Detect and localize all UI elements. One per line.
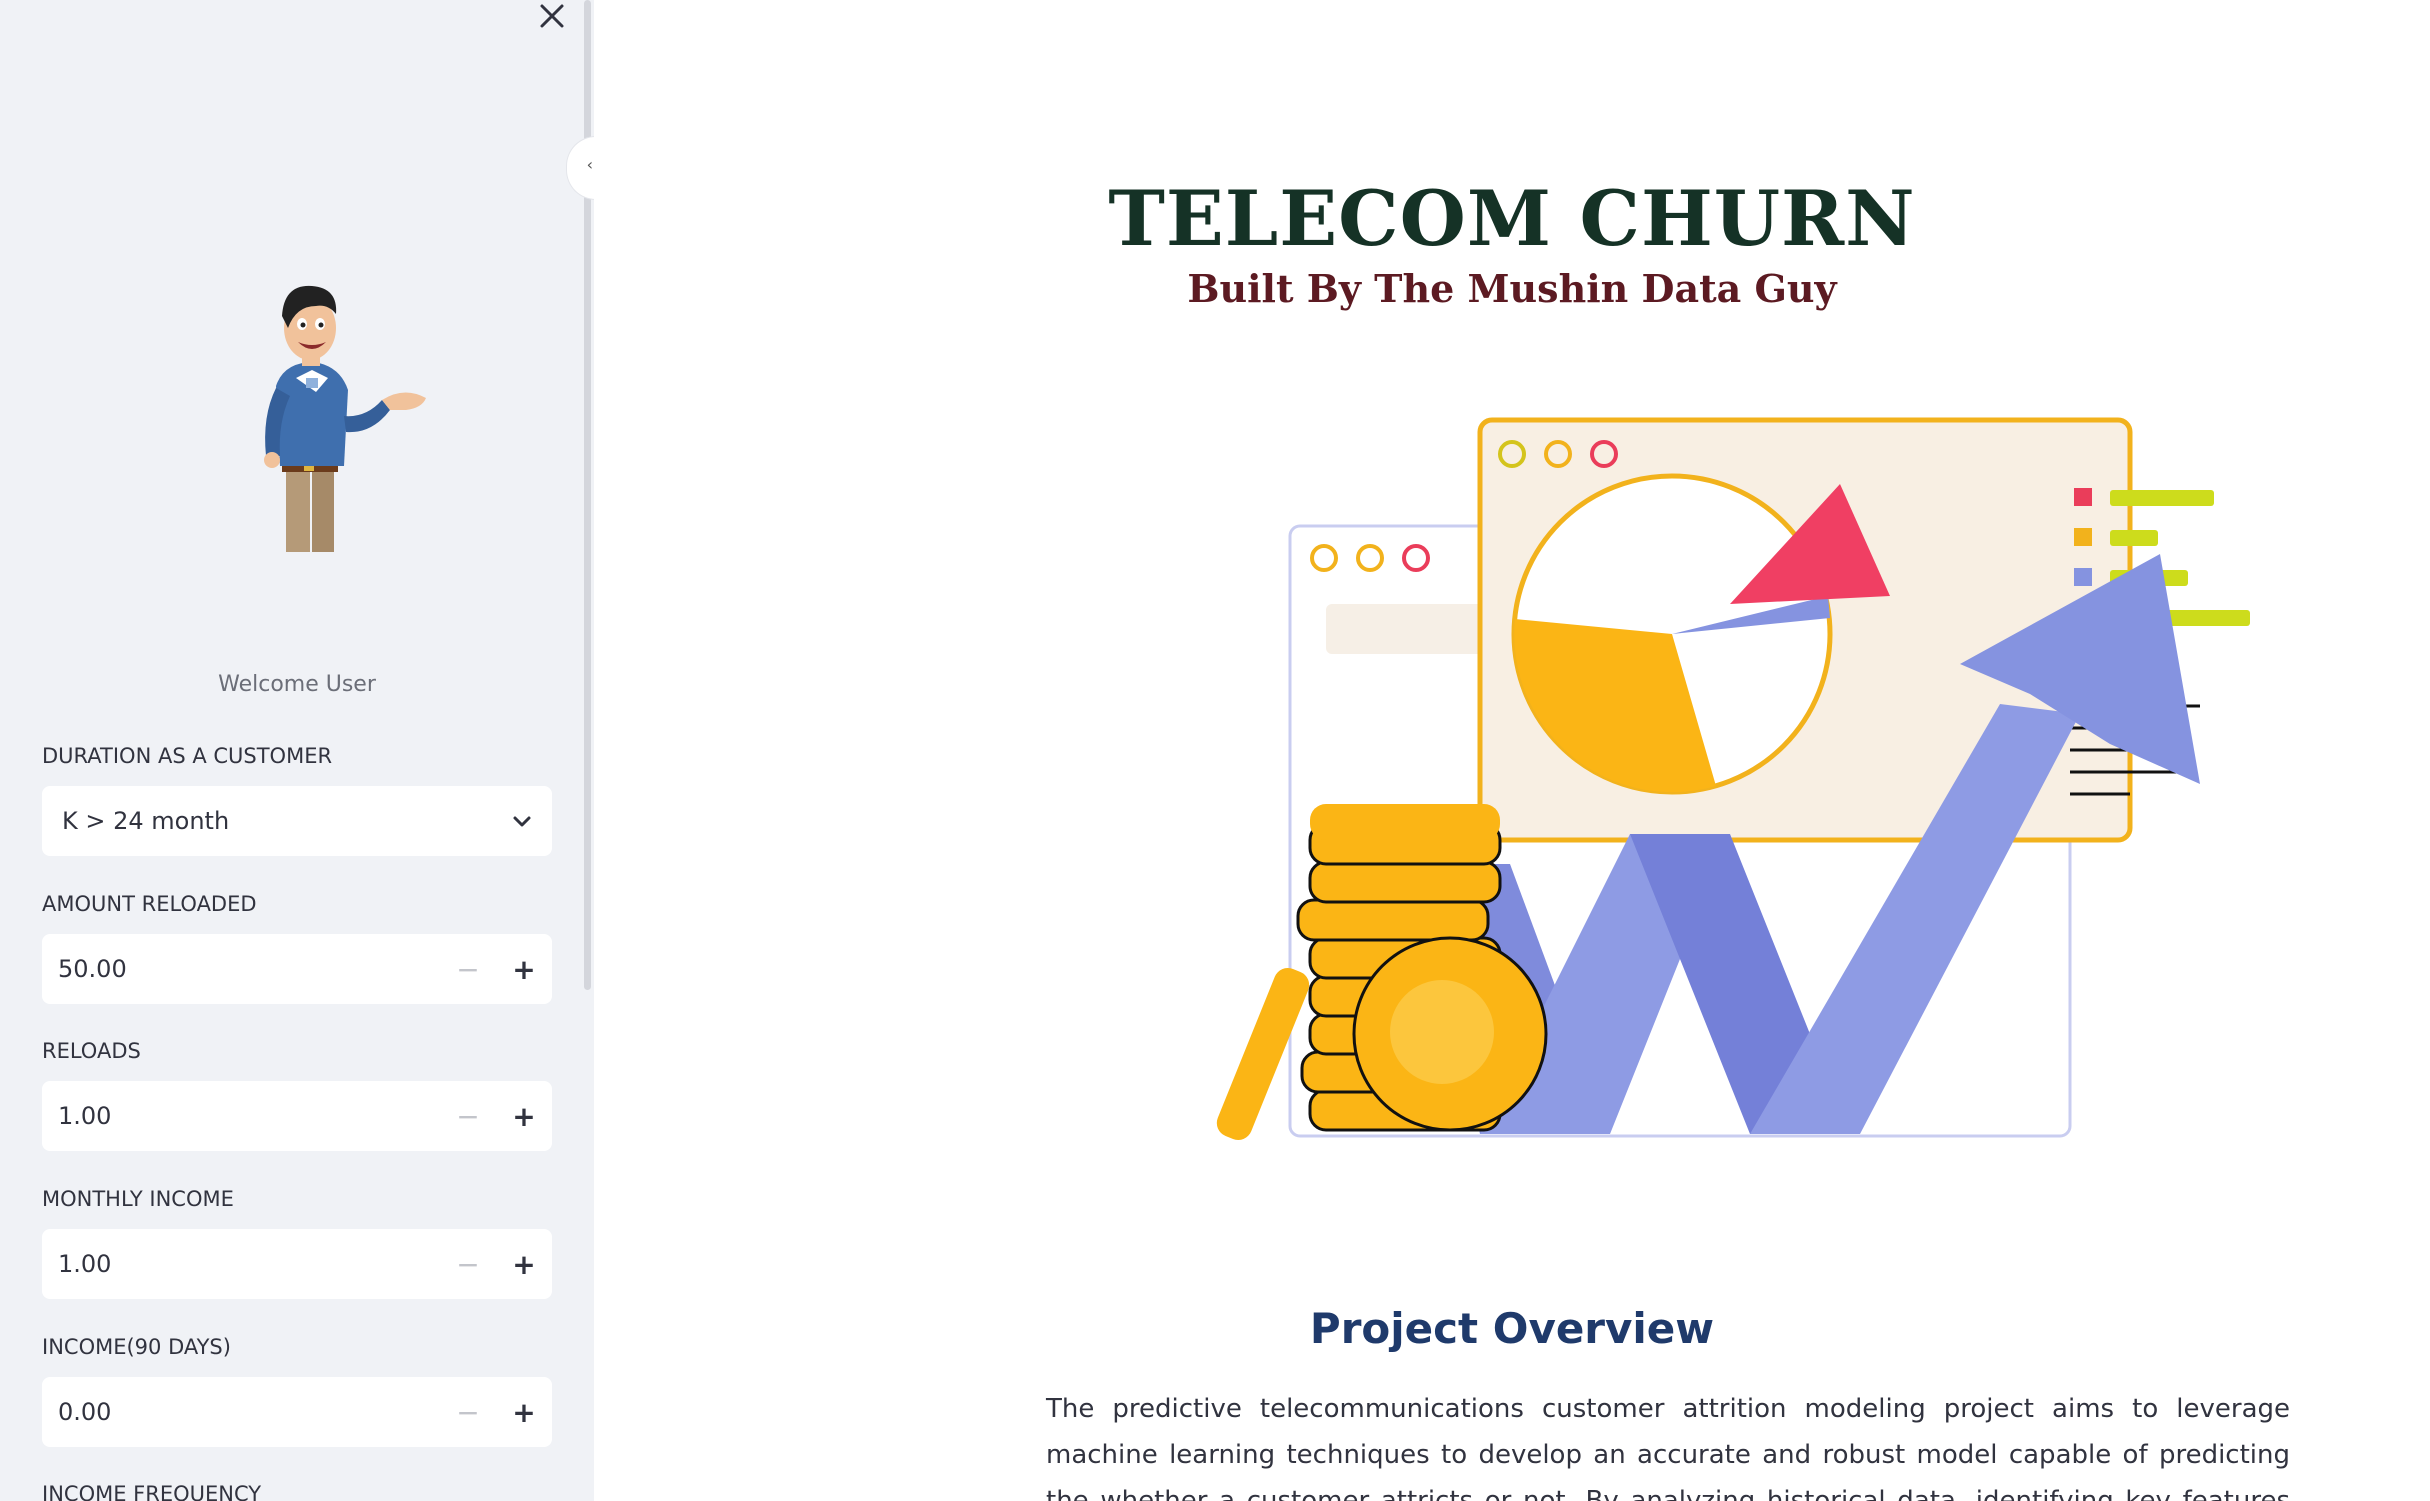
income-frequency-label: INCOME FREQUENCY — [42, 1482, 262, 1501]
sidebar: Welcome User DURATION AS A CUSTOMER K > … — [0, 0, 594, 1501]
amount-reloaded-input[interactable]: 50.00 — [42, 955, 440, 983]
reloads-input[interactable]: 1.00 — [42, 1102, 440, 1130]
amount-reloaded-increment-button[interactable]: + — [496, 934, 552, 1004]
project-overview-heading: Project Overview — [1309, 1304, 1715, 1353]
monthly-income-input[interactable]: 1.00 — [42, 1250, 440, 1278]
project-overview-text: The predictive telecommunications custom… — [1046, 1394, 2290, 1501]
reloads-increment-button[interactable]: + — [496, 1081, 552, 1151]
reloads-label: RELOADS — [42, 1039, 141, 1063]
amount-reloaded-stepper[interactable]: 50.00 − + — [42, 934, 552, 1004]
duration-select-value: K > 24 month — [62, 807, 230, 835]
page-title: TELECOM CHURN — [1108, 174, 1916, 263]
income-90-days-stepper[interactable]: 0.00 − + — [42, 1377, 552, 1447]
avatar — [236, 266, 436, 556]
hero-illustration — [1070, 404, 2370, 1164]
page-subtitle: Built By The Mushin Data Guy — [1187, 266, 1837, 311]
chevron-left-icon: ‹ — [586, 155, 593, 174]
main-content: TELECOM CHURN Built By The Mushin Data G… — [594, 0, 2430, 1501]
chevron-down-icon — [512, 807, 532, 835]
monthly-income-stepper[interactable]: 1.00 − + — [42, 1229, 552, 1299]
monthly-income-decrement-button[interactable]: − — [440, 1229, 496, 1299]
income-90-days-label: INCOME(90 DAYS) — [42, 1335, 231, 1359]
duration-label: DURATION AS A CUSTOMER — [42, 744, 333, 768]
reloads-stepper[interactable]: 1.00 − + — [42, 1081, 552, 1151]
close-icon — [540, 4, 564, 28]
income-90-days-input[interactable]: 0.00 — [42, 1398, 440, 1426]
income-90-days-decrement-button[interactable]: − — [440, 1377, 496, 1447]
reloads-decrement-button[interactable]: − — [440, 1081, 496, 1151]
amount-reloaded-label: AMOUNT RELOADED — [42, 892, 257, 916]
welcome-text: Welcome User — [218, 672, 376, 697]
income-90-days-increment-button[interactable]: + — [496, 1377, 552, 1447]
monthly-income-label: MONTHLY INCOME — [42, 1187, 234, 1211]
amount-reloaded-decrement-button[interactable]: − — [440, 934, 496, 1004]
close-sidebar-button[interactable] — [532, 0, 572, 32]
duration-select[interactable]: K > 24 month — [42, 786, 552, 856]
monthly-income-increment-button[interactable]: + — [496, 1229, 552, 1299]
